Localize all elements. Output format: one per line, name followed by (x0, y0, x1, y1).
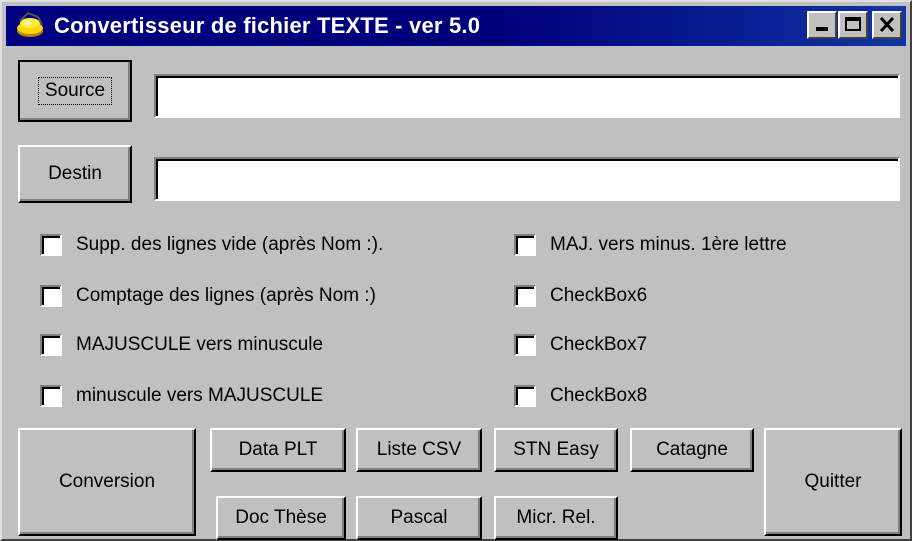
liste-csv-button-label: Liste CSV (376, 439, 462, 460)
option-row[interactable]: minuscule vers MAJUSCULE (40, 382, 323, 410)
option-row[interactable]: Supp. des lignes vide (après Nom :). (40, 231, 383, 259)
quitter-button-label: Quitter (804, 471, 862, 492)
option-checkbox[interactable] (40, 285, 62, 307)
app-icon (17, 11, 43, 37)
option-checkbox[interactable] (514, 385, 536, 407)
main-window: Convertisseur de fichier TEXTE - ver 5.0… (0, 0, 912, 541)
option-row[interactable]: MAJ. vers minus. 1ère lettre (514, 231, 787, 259)
minimize-button[interactable] (807, 11, 837, 39)
pascal-button[interactable]: Pascal (356, 496, 482, 540)
maximize-button[interactable] (838, 11, 868, 39)
window-title: Convertisseur de fichier TEXTE - ver 5.0 (54, 13, 481, 38)
option-checkbox[interactable] (40, 234, 62, 256)
liste-csv-button[interactable]: Liste CSV (356, 428, 482, 472)
option-label: minuscule vers MAJUSCULE (76, 385, 324, 406)
maximize-icon (845, 17, 861, 31)
quitter-button[interactable]: Quitter (764, 428, 902, 536)
option-checkbox[interactable] (40, 334, 62, 356)
option-checkbox[interactable] (514, 285, 536, 307)
doc-these-button[interactable]: Doc Thèse (216, 496, 346, 540)
catagne-button-label: Catagne (656, 439, 728, 460)
option-checkbox[interactable] (40, 385, 62, 407)
option-row[interactable]: CheckBox7 (514, 331, 647, 359)
minimize-icon (816, 27, 828, 31)
conversion-button[interactable]: Conversion (18, 428, 196, 536)
option-row[interactable]: CheckBox8 (514, 382, 647, 410)
stn-easy-button-label: STN Easy (513, 439, 599, 460)
option-label: Comptage des lignes (après Nom :) (76, 285, 376, 306)
micr-rel-button[interactable]: Micr. Rel. (494, 496, 618, 540)
destin-path-input[interactable] (154, 157, 900, 201)
stn-easy-button[interactable]: STN Easy (494, 428, 618, 472)
option-row[interactable]: MAJUSCULE vers minuscule (40, 331, 323, 359)
option-row[interactable]: CheckBox6 (514, 282, 647, 310)
close-icon (879, 16, 895, 33)
option-label: CheckBox7 (550, 334, 648, 355)
source-button[interactable]: Source (18, 60, 132, 122)
close-button[interactable] (872, 11, 902, 39)
doc-these-button-label: Doc Thèse (235, 507, 327, 528)
option-label: CheckBox6 (550, 285, 648, 306)
source-button-label: Source (44, 80, 106, 101)
option-label: MAJUSCULE vers minuscule (76, 334, 324, 355)
title-bar[interactable]: Convertisseur de fichier TEXTE - ver 5.0 (6, 6, 906, 46)
option-row[interactable]: Comptage des lignes (après Nom :) (40, 282, 376, 310)
option-label: CheckBox8 (550, 385, 648, 406)
option-label: MAJ. vers minus. 1ère lettre (550, 234, 787, 255)
catagne-button[interactable]: Catagne (630, 428, 754, 472)
option-checkbox[interactable] (514, 334, 536, 356)
micr-rel-button-label: Micr. Rel. (516, 507, 596, 528)
destin-button[interactable]: Destin (18, 145, 132, 203)
conversion-button-label: Conversion (58, 471, 156, 492)
option-checkbox[interactable] (514, 234, 536, 256)
pascal-button-label: Pascal (390, 507, 448, 528)
data-plt-button[interactable]: Data PLT (210, 428, 346, 472)
destin-button-label: Destin (48, 163, 102, 184)
source-path-input[interactable] (154, 74, 900, 118)
option-label: Supp. des lignes vide (après Nom :). (76, 234, 384, 255)
data-plt-button-label: Data PLT (238, 439, 318, 460)
